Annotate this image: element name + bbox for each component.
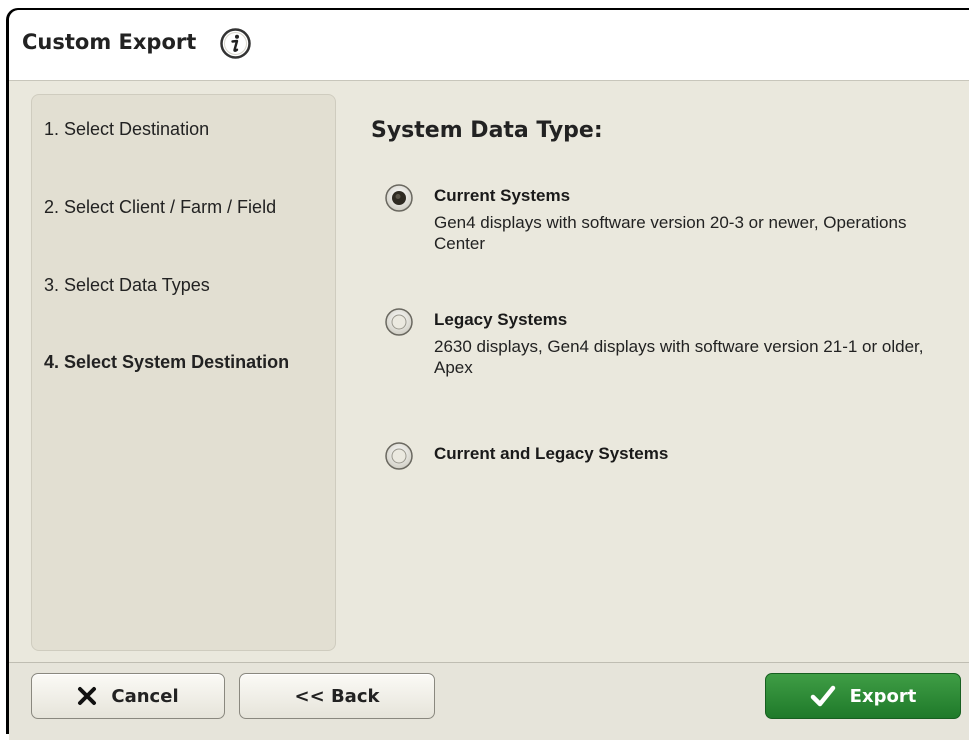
option-label: Current and Legacy Systems [434, 444, 669, 463]
option-label: Current Systems [434, 186, 571, 205]
export-label: Export [849, 685, 917, 707]
export-button[interactable]: Export [765, 673, 961, 719]
back-button[interactable]: << Back [239, 673, 435, 719]
cancel-button[interactable]: Cancel [31, 673, 225, 719]
option-label: Legacy Systems [434, 310, 568, 329]
step-select-client-farm-field: 2. Select Client / Farm / Field [44, 197, 277, 217]
footer-bar: Cancel << Back Export [9, 662, 969, 740]
dialog-title: Custom Export [22, 30, 197, 54]
step-select-system-destination: 4. Select System Destination [44, 352, 290, 372]
info-icon[interactable] [220, 28, 251, 59]
step-select-destination: 1. Select Destination [44, 119, 210, 139]
steps-panel: 1. Select Destination 2. Select Client /… [31, 94, 336, 651]
x-icon [78, 687, 97, 705]
section-heading: System Data Type: [371, 118, 603, 143]
back-label: << Back [294, 685, 380, 707]
checkmark-icon [810, 685, 835, 707]
step-select-data-types: 3. Select Data Types [44, 275, 210, 295]
option-description: Gen4 displays with software version 20-3… [434, 213, 907, 253]
custom-export-dialog: Custom Export 1. Select Destination 2. S… [9, 10, 969, 740]
option-description: 2630 displays, Gen4 displays with softwa… [434, 337, 924, 377]
radio-unselected-icon[interactable] [385, 442, 413, 470]
title-bar: Custom Export [9, 10, 969, 81]
radio-unselected-icon[interactable] [385, 308, 413, 336]
cancel-label: Cancel [111, 685, 179, 707]
radio-selected-icon[interactable] [385, 184, 413, 212]
